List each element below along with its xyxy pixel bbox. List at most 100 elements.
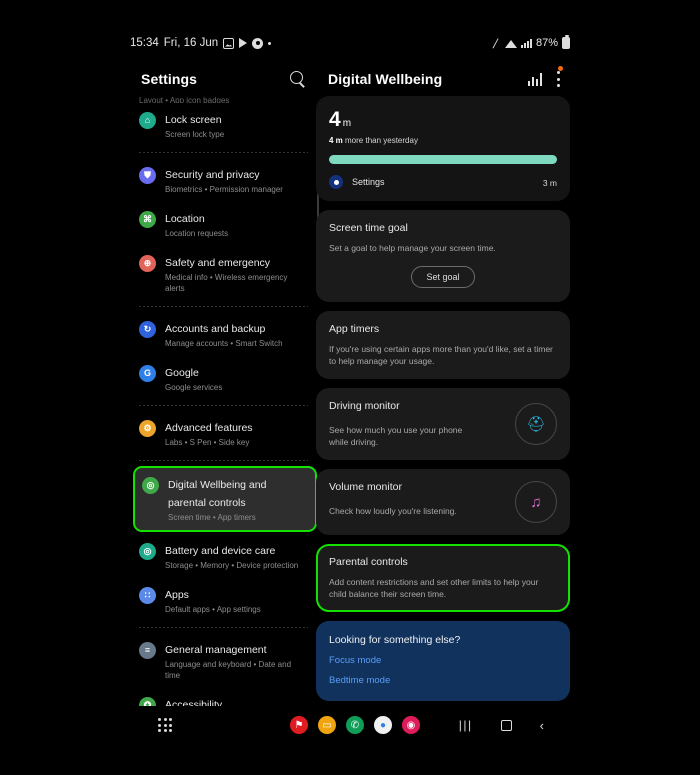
sidebar-item-subtitle: Manage accounts • Smart Switch xyxy=(165,339,283,348)
recents-button[interactable]: ||| xyxy=(459,718,473,732)
app-duration: 3 m xyxy=(542,178,557,188)
dock-apps[interactable]: ⚑ ▭ ✆ ● ◉ xyxy=(290,716,420,734)
status-bar: 15:34 Fri, 16 Jun 87% xyxy=(130,32,570,54)
card-description: If you're using certain apps more than y… xyxy=(329,344,553,366)
home-button[interactable] xyxy=(500,719,512,731)
car-icon[interactable]: ⛑ xyxy=(515,403,557,445)
sidebar-item-label: Safety and emergency xyxy=(165,257,271,269)
sidebar-item-google[interactable]: G Google Google services xyxy=(130,356,320,400)
sidebar-item-subtitle: Screen lock type xyxy=(165,130,225,139)
sidebar-item-label: Advanced features xyxy=(165,422,253,434)
folder-icon[interactable]: ▭ xyxy=(318,716,336,734)
sidebar-item-subtitle: Biometrics • Permission manager xyxy=(165,185,283,194)
sidebar-item-label: Accounts and backup xyxy=(165,323,266,335)
card-title: Parental controls xyxy=(329,556,408,568)
lock-icon: ⌂ xyxy=(139,112,156,129)
app-usage: 3 m xyxy=(543,173,557,191)
signal-icon xyxy=(520,38,532,48)
play-store-icon xyxy=(239,38,248,48)
screen-time-unit: m xyxy=(342,118,352,129)
phone-icon[interactable]: ✆ xyxy=(346,716,364,734)
card-description: See how much you use your phone while dr… xyxy=(329,425,463,447)
status-date: Fri, 16 Jun xyxy=(163,37,219,49)
battery-icon xyxy=(562,35,570,49)
search-icon[interactable] xyxy=(290,71,306,87)
notification-badge xyxy=(558,66,563,71)
screen-time-goal-card[interactable]: Screen time goal Set a goal to help manag… xyxy=(316,210,570,302)
divider xyxy=(139,627,308,628)
status-time: 15:34 xyxy=(130,37,159,49)
link-bedtime-mode[interactable]: Bedtime mode xyxy=(329,675,557,686)
wellbeing-panel[interactable]: 4m 4 m more than yesterday Settings 3 m … xyxy=(316,96,570,708)
sidebar-item-apps[interactable]: ∷ Apps Default apps • App settings xyxy=(130,578,320,622)
navigation-buttons: ||| ‹ xyxy=(459,718,544,733)
silent-icon xyxy=(491,38,501,49)
settings-list[interactable]: Layout • App icon badges ⌂ Lock screen Scr… xyxy=(130,96,320,706)
sidebar-item-subtitle: Location requests xyxy=(165,229,229,238)
sidebar-item-digital-wellbeing-and-parental-controls[interactable]: ◎ Digital Wellbeing and parental controls… xyxy=(133,466,317,532)
divider xyxy=(139,460,308,461)
digital-wellbeing-icon: ◎ xyxy=(142,477,159,494)
sidebar-item-security-and-privacy[interactable]: ⛊ Security and privacy Biometrics • Permis… xyxy=(130,158,320,202)
bar-chart-icon[interactable] xyxy=(527,72,542,86)
screen-time-total: 4m xyxy=(329,109,557,130)
sidebar-item-subtitle: Storage • Memory • Device protection xyxy=(165,561,299,570)
sidebar-item-battery-and-device-care[interactable]: ◎ Battery and device care Storage • Memory… xyxy=(130,534,320,578)
headphones-icon[interactable]: ♫ xyxy=(515,481,557,523)
driving-monitor-card[interactable]: Driving monitor See how much you use your… xyxy=(316,388,570,460)
location-pin-icon: ⌘ xyxy=(139,211,156,228)
sidebar-item-subtitle: Language and keyboard • Date and time xyxy=(165,660,292,680)
sidebar-item-subtitle: Google services xyxy=(165,383,223,392)
volume-monitor-card[interactable]: Volume monitor Check how loudly you're li… xyxy=(316,469,570,535)
sidebar-item-location[interactable]: ⌘ Location Location requests xyxy=(130,202,320,246)
set-goal-button[interactable]: Set goal xyxy=(411,266,475,288)
sidebar-item-lock-screen[interactable]: ⌂ Lock screen Screen lock type xyxy=(130,103,320,147)
more-vertical-icon[interactable] xyxy=(556,66,563,87)
sidebar-item-general-management[interactable]: ≡ General management Language and keyboard… xyxy=(130,633,320,688)
general-management-icon: ≡ xyxy=(139,642,156,659)
settings-header: Settings xyxy=(130,62,320,96)
sidebar-item-label: Location xyxy=(165,213,205,225)
header-actions xyxy=(527,66,563,87)
google-icon: G xyxy=(139,365,156,382)
app-timers-card[interactable]: App timers If you're using certain apps m… xyxy=(316,311,570,379)
card-description: Check how loudly you're listening. xyxy=(329,506,457,516)
sidebar-item-label: Security and privacy xyxy=(165,169,260,181)
panel-title: Digital Wellbeing xyxy=(328,71,443,87)
link-focus-mode[interactable]: Focus mode xyxy=(329,655,557,666)
sidebar-item-label: Apps xyxy=(165,589,189,601)
screen-time-value: 4 xyxy=(329,108,341,131)
safety-icon: ⊕ xyxy=(139,255,156,272)
card-description: Add content restrictions and set other l… xyxy=(329,577,539,599)
app-name: Settings xyxy=(352,177,385,187)
sidebar-item-label: Accessibility xyxy=(165,699,223,706)
sidebar-item-accounts-and-backup[interactable]: ↻ Accounts and backup Manage accounts • Sm… xyxy=(130,312,320,356)
advanced-features-icon: ⚙ xyxy=(139,420,156,437)
status-right: 87% xyxy=(491,35,570,49)
wellbeing-header: Digital Wellbeing xyxy=(316,62,570,96)
apps-grid-icon: ∷ xyxy=(139,587,156,604)
shield-icon: ⛊ xyxy=(139,167,156,184)
screen-time-card: 4m 4 m more than yesterday Settings 3 m xyxy=(316,96,570,201)
battery-percent: 87% xyxy=(535,37,558,49)
parental-controls-card[interactable]: Parental controls Add content restriction… xyxy=(316,544,570,612)
comparison-text: more than yesterday xyxy=(342,136,418,145)
wifi-icon xyxy=(504,38,517,48)
app-drawer-icon[interactable] xyxy=(158,718,172,732)
back-button[interactable]: ‹ xyxy=(540,718,544,733)
sidebar-item-accessibility[interactable]: ✪AccessibilityTalkBack • Mono audio • As… xyxy=(130,688,320,706)
sidebar-item-label: Digital Wellbeing and parental controls xyxy=(168,479,267,509)
dock-bar: ⚑ ▭ ✆ ● ◉ ||| ‹ xyxy=(130,710,570,740)
accessibility-icon: ✪ xyxy=(139,697,156,706)
messages-icon[interactable]: ● xyxy=(374,716,392,734)
top-app-row[interactable]: Settings 3 m xyxy=(329,173,557,191)
settings-gear-icon xyxy=(329,175,343,189)
sidebar-item-advanced-features[interactable]: ⚙ Advanced features Labs • S Pen • Side ke… xyxy=(130,411,320,455)
card-title: App timers xyxy=(329,323,380,335)
card-title: Screen time goal xyxy=(329,222,408,234)
battery-care-icon: ◎ xyxy=(139,543,156,560)
flipboard-icon[interactable]: ⚑ xyxy=(290,716,308,734)
phone-screen: 15:34 Fri, 16 Jun 87% Settings Digital W… xyxy=(0,0,700,775)
sidebar-item-safety-and-emergency[interactable]: ⊕ Safety and emergency Medical info • Wire… xyxy=(130,246,320,301)
camera-icon[interactable]: ◉ xyxy=(402,716,420,734)
